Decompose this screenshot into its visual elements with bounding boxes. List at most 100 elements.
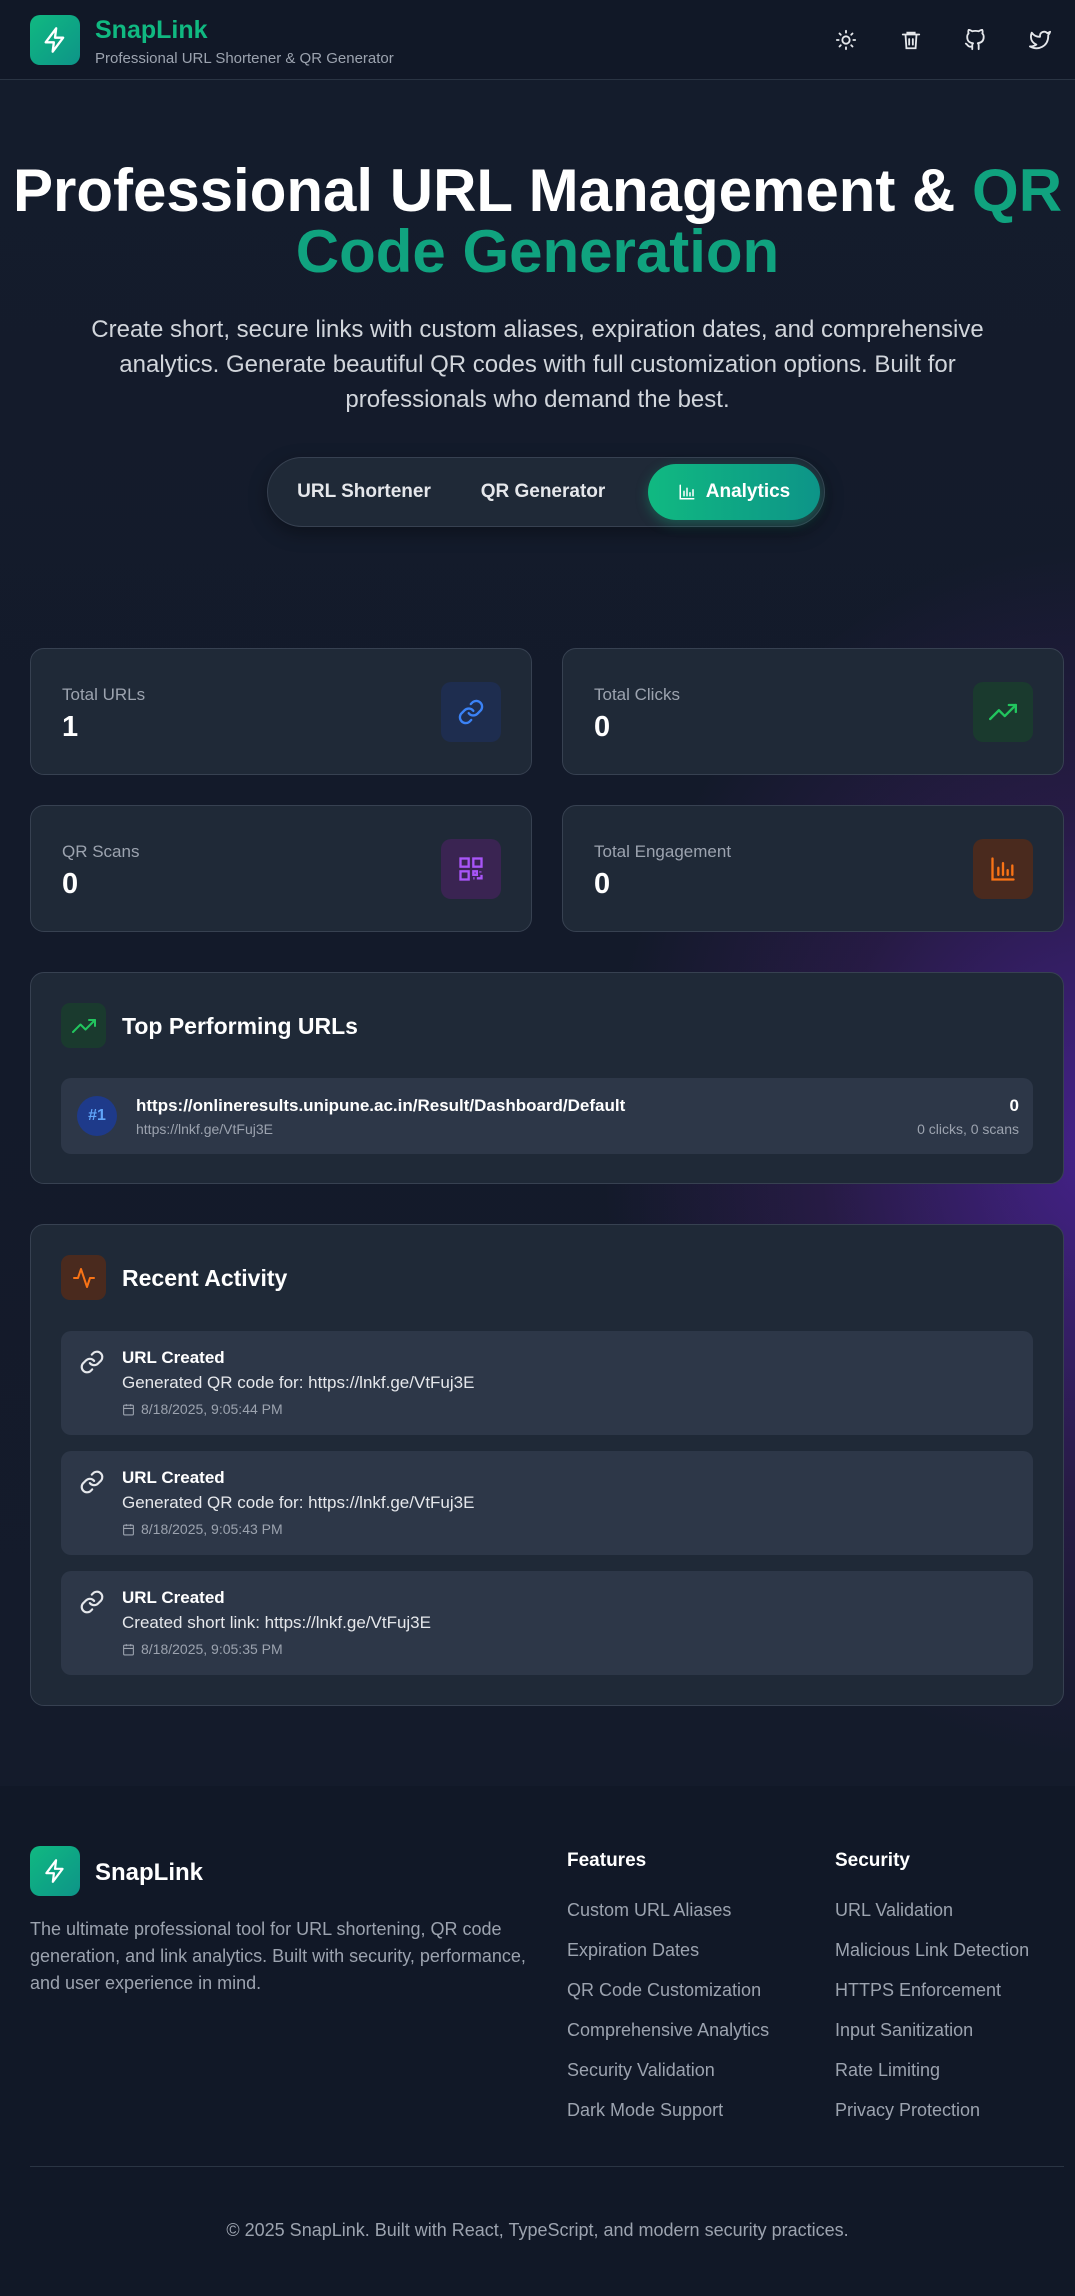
bar-chart-icon — [679, 484, 695, 500]
footer-divider — [30, 2166, 1064, 2167]
stat-label: Total URLs — [62, 685, 146, 704]
recent-activity-panel: Recent Activity URL Created Generated QR… — [30, 1224, 1064, 1706]
trash-icon — [901, 31, 921, 50]
stat-card-total-clicks: Total Clicks 0 — [562, 648, 1064, 775]
activity-timestamp: 8/18/2025, 9:05:35 PM — [122, 1641, 283, 1657]
link-icon — [80, 1470, 104, 1494]
footer-feature-link[interactable]: Dark Mode Support — [567, 2100, 723, 2121]
original-url: https://onlineresults.unipune.ac.in/Resu… — [136, 1096, 626, 1115]
tab-url-shortener[interactable]: URL Shortener — [284, 464, 444, 520]
qr-code-icon — [459, 857, 483, 881]
footer-feature-link[interactable]: Custom URL Aliases — [567, 1900, 731, 1921]
footer-security-title: Security — [835, 1850, 910, 1871]
calendar-icon — [123, 1523, 134, 1535]
panel-title: Top Performing URLs — [122, 1013, 358, 1039]
activity-description: Generated QR code for: https://lnkf.ge/V… — [122, 1493, 475, 1512]
timestamp-text: 8/18/2025, 9:05:35 PM — [141, 1641, 283, 1657]
stat-label: Total Clicks — [594, 685, 680, 704]
link-icon — [80, 1350, 104, 1374]
activity-description: Generated QR code for: https://lnkf.ge/V… — [122, 1373, 475, 1392]
hero-title-main: Professional URL Management & — [12, 157, 973, 224]
calendar-icon — [123, 1403, 134, 1415]
lightning-icon — [44, 27, 65, 53]
footer-description: The ultimate professional tool for URL s… — [30, 1919, 526, 1993]
calendar-icon — [123, 1643, 134, 1655]
footer-feature-link[interactable]: Expiration Dates — [567, 1940, 699, 1961]
engagement-detail: 0 clicks, 0 scans — [917, 1121, 1019, 1137]
app-tagline: Professional URL Shortener & QR Generato… — [95, 50, 394, 67]
list-item: URL Created Generated QR code for: https… — [61, 1451, 1033, 1555]
short-url: https://lnkf.ge/VtFuj3E — [136, 1121, 273, 1137]
tab-label: Analytics — [705, 481, 791, 502]
github-icon — [964, 29, 985, 51]
bar-chart-icon — [991, 857, 1015, 881]
list-item[interactable]: #1 https://onlineresults.unipune.ac.in/R… — [61, 1078, 1033, 1154]
footer-security-link[interactable]: Input Sanitization — [835, 2020, 973, 2041]
footer-logo — [30, 1846, 80, 1896]
footer-security-link[interactable]: HTTPS Enforcement — [835, 1980, 1001, 2001]
engagement-count: 0 — [1009, 1096, 1019, 1115]
activity-title: URL Created — [122, 1468, 225, 1487]
timestamp-text: 8/18/2025, 9:05:43 PM — [141, 1521, 283, 1537]
stat-label: QR Scans — [62, 842, 140, 861]
trending-up-icon — [71, 1018, 96, 1033]
panel-icon-box — [61, 1003, 106, 1048]
link-icon — [458, 699, 484, 725]
footer-features-title: Features — [567, 1850, 647, 1871]
footer-security-link[interactable]: Malicious Link Detection — [835, 1940, 1029, 1961]
tab-label: URL Shortener — [297, 481, 431, 502]
panel-title: Recent Activity — [122, 1265, 288, 1291]
footer-security-link[interactable]: URL Validation — [835, 1900, 953, 1921]
clear-data-button[interactable] — [895, 24, 927, 56]
footer-feature-link[interactable]: Comprehensive Analytics — [567, 2020, 769, 2041]
tab-qr-generator[interactable]: QR Generator — [458, 464, 628, 520]
footer-feature-link[interactable]: QR Code Customization — [567, 1980, 761, 2001]
logo[interactable] — [30, 15, 80, 65]
lightning-icon — [45, 1859, 64, 1883]
twitter-icon — [1029, 30, 1051, 50]
timestamp-text: 8/18/2025, 9:05:44 PM — [141, 1401, 283, 1417]
list-item: URL Created Created short link: https://… — [61, 1571, 1033, 1675]
stat-card-qr-scans: QR Scans 0 — [30, 805, 532, 932]
footer-copyright: © 2025 SnapLink. Built with React, TypeS… — [226, 2220, 849, 2240]
link-icon — [80, 1590, 104, 1614]
activity-title: URL Created — [122, 1348, 225, 1367]
tab-label: QR Generator — [480, 481, 606, 502]
activity-title: URL Created — [122, 1588, 225, 1607]
stat-icon-box — [441, 682, 501, 742]
hero-title: Professional URL Management & QR Code Ge… — [0, 160, 1075, 282]
mode-tabs: URL Shortener QR Generator Analytics — [267, 457, 825, 527]
rank-badge: #1 — [77, 1096, 117, 1136]
stat-value: 0 — [594, 868, 611, 900]
stat-card-total-urls: Total URLs 1 — [30, 648, 532, 775]
app-header: SnapLink Professional URL Shortener & QR… — [0, 0, 1075, 80]
panel-icon-box — [61, 1255, 106, 1300]
footer-feature-link[interactable]: Security Validation — [567, 2060, 715, 2081]
stat-icon-box — [973, 682, 1033, 742]
site-footer: SnapLink The ultimate professional tool … — [0, 1786, 1075, 2296]
hero-description: Create short, secure links with custom a… — [91, 316, 984, 413]
theme-toggle-button[interactable] — [830, 24, 862, 56]
activity-timestamp: 8/18/2025, 9:05:43 PM — [122, 1521, 283, 1537]
stat-value: 1 — [62, 711, 79, 743]
stat-value: 0 — [594, 711, 611, 743]
app-name: SnapLink — [95, 16, 208, 44]
activity-icon — [72, 1267, 95, 1288]
footer-security-link[interactable]: Privacy Protection — [835, 2100, 980, 2121]
stat-icon-box — [441, 839, 501, 899]
tab-analytics[interactable]: Analytics — [648, 464, 820, 520]
top-urls-panel: Top Performing URLs #1 https://onlineres… — [30, 972, 1064, 1184]
footer-brand: SnapLink — [95, 1859, 204, 1886]
activity-timestamp: 8/18/2025, 9:05:44 PM — [122, 1401, 283, 1417]
sun-icon — [835, 29, 857, 51]
footer-security-link[interactable]: Rate Limiting — [835, 2060, 940, 2081]
stat-value: 0 — [62, 868, 79, 900]
stat-label: Total Engagement — [594, 842, 732, 861]
github-link[interactable] — [959, 24, 991, 56]
activity-description: Created short link: https://lnkf.ge/VtFu… — [122, 1613, 431, 1632]
stat-icon-box — [973, 839, 1033, 899]
trending-up-icon — [989, 703, 1017, 721]
list-item: URL Created Generated QR code for: https… — [61, 1331, 1033, 1435]
twitter-link[interactable] — [1024, 24, 1056, 56]
stat-card-total-engagement: Total Engagement 0 — [562, 805, 1064, 932]
